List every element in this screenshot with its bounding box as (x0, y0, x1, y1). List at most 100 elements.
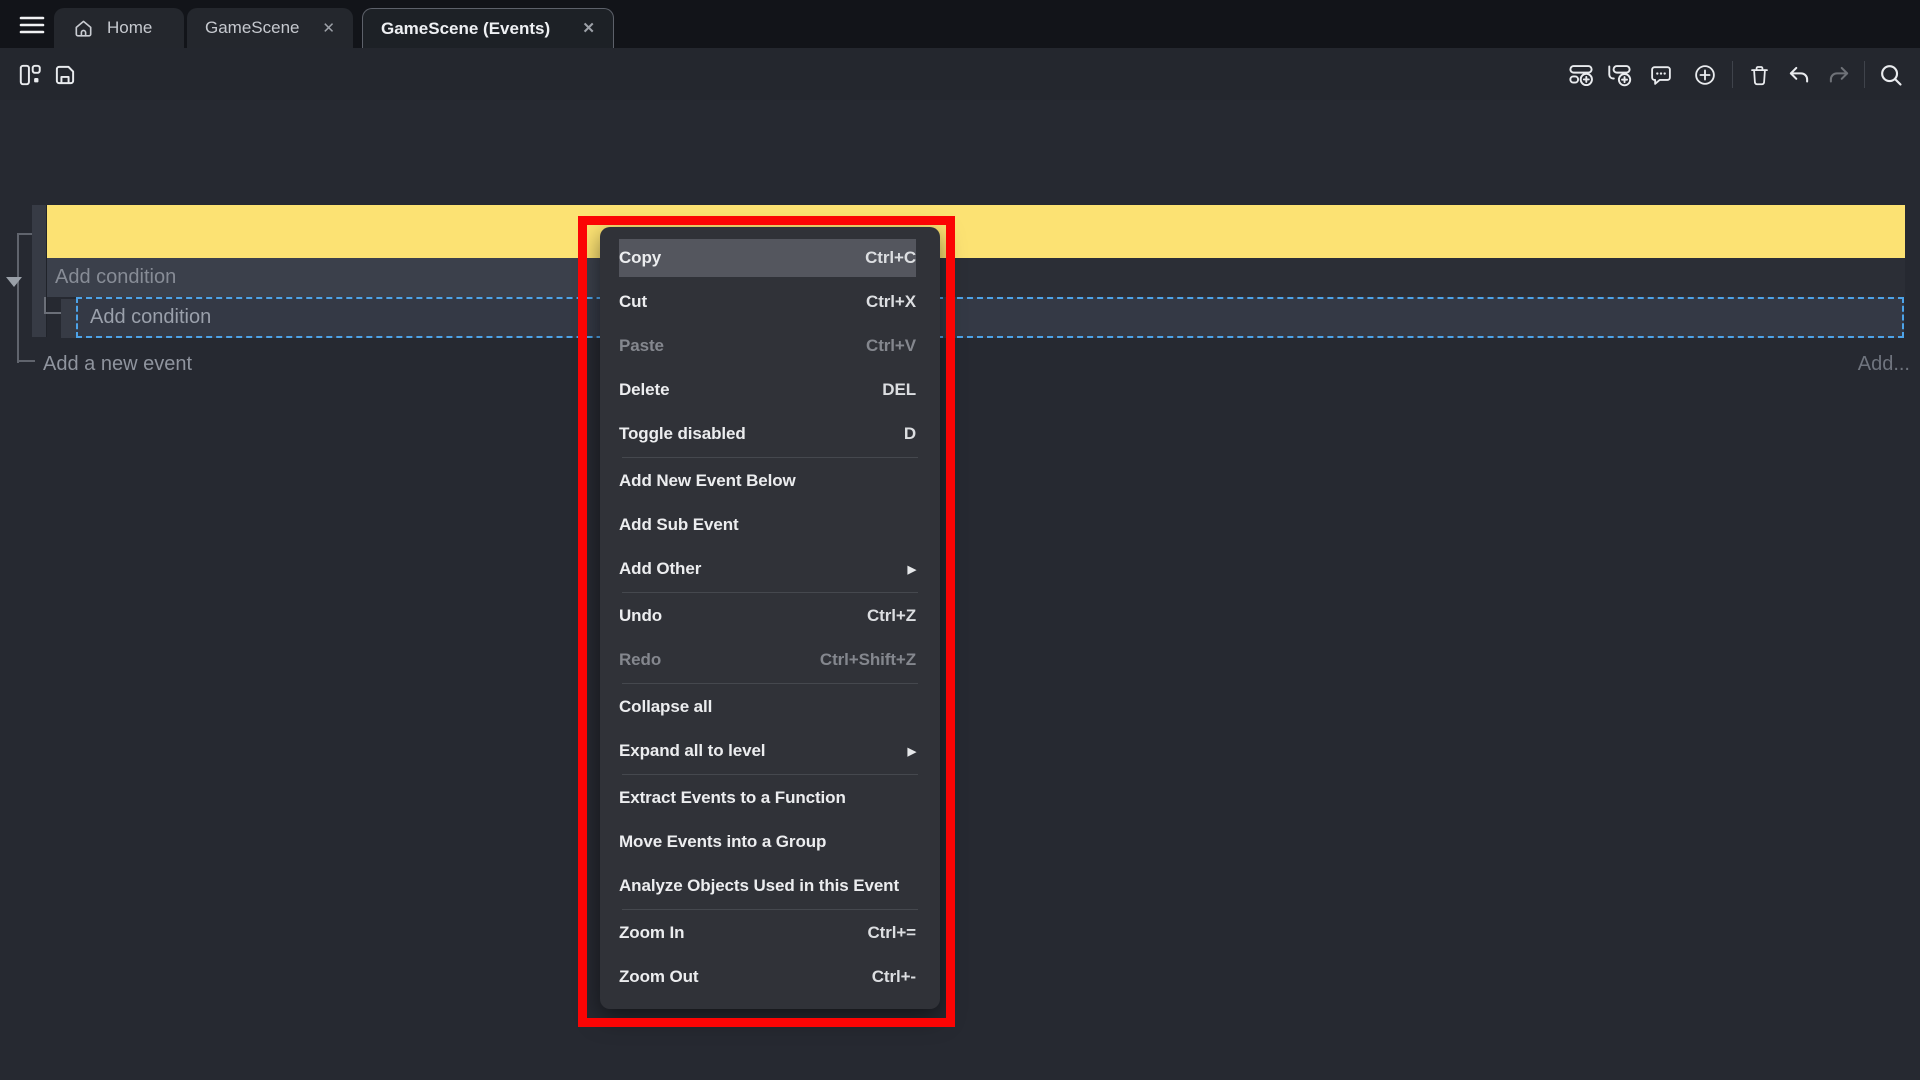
close-icon[interactable]: ✕ (322, 21, 335, 36)
tab-gamescene-events-label: GameScene (Events) (381, 19, 550, 39)
menu-item-cut[interactable]: Cut Ctrl+X (600, 280, 940, 324)
add-event-button[interactable] (1566, 60, 1596, 90)
menu-item-label: Toggle disabled (619, 424, 746, 444)
menu-item-toggle-disabled[interactable]: Toggle disabled D (600, 412, 940, 456)
collapse-event-arrow-icon[interactable] (6, 277, 22, 287)
menu-item-label: Analyze Objects Used in this Event (619, 876, 899, 896)
tab-home[interactable]: Home (54, 8, 184, 48)
menu-item-add-new-event-below[interactable]: Add New Event Below (600, 459, 940, 503)
toolbar: Preview Publish (0, 48, 1920, 100)
add-comment-button[interactable] (1646, 60, 1676, 90)
redo-button[interactable] (1824, 60, 1854, 90)
menu-item-label: Zoom In (619, 923, 684, 943)
menu-separator (622, 592, 918, 593)
delete-button[interactable] (1744, 60, 1774, 90)
tab-gamescene[interactable]: GameScene ✕ (187, 8, 353, 48)
menu-separator (622, 909, 918, 910)
menu-item-label: Copy (619, 248, 661, 268)
tree-guide-line (17, 233, 33, 235)
add-event-icon (1567, 62, 1595, 88)
event-drag-handle[interactable] (32, 205, 47, 337)
menu-item-label: Add Sub Event (619, 515, 739, 535)
add-new-event-link[interactable]: Add a new event (43, 353, 192, 376)
toolbar-separator (1732, 61, 1733, 88)
menu-item-zoom-out[interactable]: Zoom Out Ctrl+- (600, 955, 940, 999)
menu-item-redo: Redo Ctrl+Shift+Z (600, 638, 940, 682)
menu-item-shortcut: DEL (882, 380, 916, 400)
hamburger-icon (19, 14, 45, 36)
sub-event-guide-line (44, 312, 62, 314)
menu-item-label: Zoom Out (619, 967, 698, 987)
menu-item-extract-events-to-function[interactable]: Extract Events to a Function (600, 776, 940, 820)
menu-item-copy[interactable]: Copy Ctrl+C (600, 236, 940, 280)
add-condition-label: Add condition (90, 306, 211, 329)
choose-event-button[interactable] (1690, 60, 1720, 90)
menu-item-collapse-all[interactable]: Collapse all (600, 685, 940, 729)
redo-icon (1826, 63, 1852, 87)
menu-item-delete[interactable]: Delete DEL (600, 368, 940, 412)
trash-icon (1747, 63, 1772, 88)
tab-gamescene-label: GameScene (205, 18, 300, 38)
toolbar-separator (1864, 61, 1865, 88)
menu-separator (622, 457, 918, 458)
menu-item-label: Paste (619, 336, 664, 356)
events-sheet: Add condition Add action Add condition A… (0, 100, 1920, 1080)
menu-item-label: Move Events into a Group (619, 832, 826, 852)
menu-item-label: Collapse all (619, 697, 712, 717)
menu-item-label: Delete (619, 380, 669, 400)
menu-item-add-other[interactable]: Add Other ▶ (600, 547, 940, 591)
menu-item-label: Cut (619, 292, 647, 312)
home-icon (72, 17, 95, 40)
comment-bubble-icon (1648, 63, 1674, 88)
submenu-arrow-icon: ▶ (908, 563, 916, 576)
menu-item-label: Expand all to level (619, 741, 765, 761)
menu-item-shortcut: Ctrl+X (866, 292, 916, 312)
add-sub-event-button[interactable] (1604, 60, 1634, 90)
menu-item-label: Redo (619, 650, 661, 670)
search-button[interactable] (1876, 60, 1906, 90)
save-icon (52, 62, 78, 88)
undo-button[interactable] (1784, 60, 1814, 90)
menu-item-label: Add Other (619, 559, 701, 579)
menu-separator (622, 774, 918, 775)
menu-item-shortcut: Ctrl+V (866, 336, 916, 356)
undo-icon (1786, 63, 1812, 87)
menu-item-move-events-into-group[interactable]: Move Events into a Group (600, 820, 940, 864)
add-sub-event-icon (1605, 62, 1633, 88)
context-menu: Copy Ctrl+C Cut Ctrl+X Paste Ctrl+V Dele… (600, 227, 940, 1009)
tab-gamescene-events[interactable]: GameScene (Events) ✕ (362, 8, 614, 48)
submenu-arrow-icon: ▶ (908, 745, 916, 758)
tree-guide-line (17, 233, 19, 363)
sub-event-drag-handle[interactable] (61, 299, 76, 338)
tab-home-label: Home (107, 18, 152, 38)
menu-item-shortcut: Ctrl+C (865, 248, 916, 268)
tree-guide-line (17, 360, 35, 362)
menu-separator (622, 683, 918, 684)
menu-item-shortcut: Ctrl+Shift+Z (820, 650, 916, 670)
menu-item-expand-all-to-level[interactable]: Expand all to level ▶ (600, 729, 940, 773)
project-manager-button[interactable] (15, 60, 45, 90)
hamburger-menu-button[interactable] (12, 8, 52, 42)
add-condition-label: Add condition (55, 266, 176, 289)
menu-item-label: Extract Events to a Function (619, 788, 846, 808)
plus-circle-icon (1692, 62, 1718, 88)
menu-item-shortcut: D (904, 424, 916, 444)
add-ellipsis-link[interactable]: Add... (1858, 353, 1910, 376)
menu-item-undo[interactable]: Undo Ctrl+Z (600, 594, 940, 638)
menu-item-shortcut: Ctrl+Z (867, 606, 916, 626)
menu-item-add-sub-event[interactable]: Add Sub Event (600, 503, 940, 547)
selected-sub-event-row[interactable]: Add condition Add action (76, 297, 1904, 338)
comment-event-block[interactable] (47, 205, 1905, 258)
menu-item-shortcut: Ctrl+- (872, 967, 916, 987)
menu-item-analyze-objects[interactable]: Analyze Objects Used in this Event (600, 864, 940, 908)
menu-item-paste: Paste Ctrl+V (600, 324, 940, 368)
close-icon[interactable]: ✕ (582, 21, 595, 36)
menu-item-label: Undo (619, 606, 662, 626)
menu-item-zoom-in[interactable]: Zoom In Ctrl+= (600, 911, 940, 955)
menu-item-label: Add New Event Below (619, 471, 796, 491)
save-button[interactable] (50, 60, 80, 90)
layout-panels-icon (17, 62, 43, 88)
search-icon (1878, 62, 1905, 89)
tab-bar: Home GameScene ✕ GameScene (Events) ✕ (0, 0, 1920, 48)
menu-item-shortcut: Ctrl+= (867, 923, 916, 943)
